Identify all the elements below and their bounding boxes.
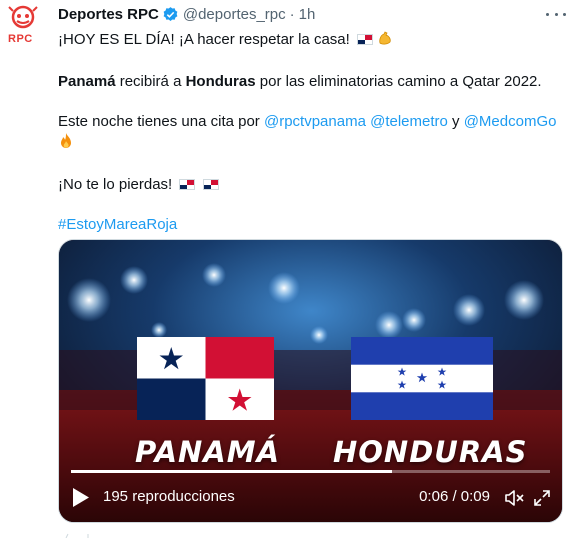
tweet-line-4: ¡No te lo pierdas! [58,175,570,195]
tweet-line-3: Este noche tienes una cita por @rpctvpan… [58,112,570,155]
tweet-line-4-text: ¡No te lo pierdas! [58,176,173,193]
team-1-name: Panamá [58,73,116,90]
fullscreen-icon[interactable] [532,488,552,508]
video-controls: 195 reproducciones 0:06 / 0:09 [59,474,562,522]
fire-icon [58,132,74,155]
mute-icon[interactable] [504,488,524,508]
play-icon[interactable] [73,488,89,507]
panama-flag-icon [179,179,196,190]
video-progress-fill [71,470,392,473]
tweet-body: Deportes RPC @deportes_rpc · 1h ¡HOY ES … [58,4,570,235]
author-avatar[interactable]: RPC [5,5,41,47]
verified-badge-icon [162,6,179,23]
hashtag-link[interactable]: #EstoyMareaRoja [58,216,177,233]
honduras-flag-large-icon [351,337,493,420]
header-separator: · [289,5,295,23]
panama-flag-icon [356,34,373,45]
panama-flag-large-icon [137,337,274,420]
tweet-line-2-end: por las eliminatorias camino a Qatar 202… [255,73,542,90]
author-name[interactable]: Deportes RPC [58,6,159,23]
mention-medcomgo-link[interactable]: @MedcomGo [464,113,557,130]
video-time: 0:06 / 0:09 [419,488,490,505]
tweet-line-1-text: ¡HOY ES EL DÍA! ¡A hacer respetar la cas… [58,31,350,48]
tweet-line-3-start: Este noche tienes una cita por [58,113,264,130]
next-tweet-edge [65,533,89,538]
tweet-timestamp[interactable]: 1h [299,6,316,23]
mention-rpctvpanama-link[interactable]: @rpctvpanama [264,113,366,130]
avatar-logo-text: RPC [8,33,33,45]
tweet-line-2-mid: recibirá a [115,73,186,90]
tweet-line-5: #EstoyMareaRoja [58,215,570,235]
tweet-line-1: ¡HOY ES EL DÍA! ¡A hacer respetar la cas… [58,30,570,52]
video-team-left: PANAMÁ [135,435,281,469]
tweet-line-2: Panamá recibirá a Honduras por las elimi… [58,72,570,92]
tweet-text: ¡HOY ES EL DÍA! ¡A hacer respetar la cas… [58,30,570,235]
more-options-icon[interactable] [546,6,566,22]
video-progress-bar[interactable] [71,470,550,473]
panama-flag-icon [202,179,219,190]
mention-telemetro-link[interactable]: @telemetro [370,113,448,130]
author-handle[interactable]: @deportes_rpc [183,6,286,23]
team-2-name: Honduras [185,73,256,90]
flexed-biceps-icon [377,30,393,52]
video-team-right: HONDURAS [333,435,528,469]
tweet-line-3-and: y [447,113,464,130]
tweet-header: Deportes RPC @deportes_rpc · 1h [58,4,570,24]
view-count: 195 reproducciones [103,488,235,505]
video-player[interactable]: PANAMÁ HONDURAS 195 reproducciones 0:06 … [58,239,563,523]
